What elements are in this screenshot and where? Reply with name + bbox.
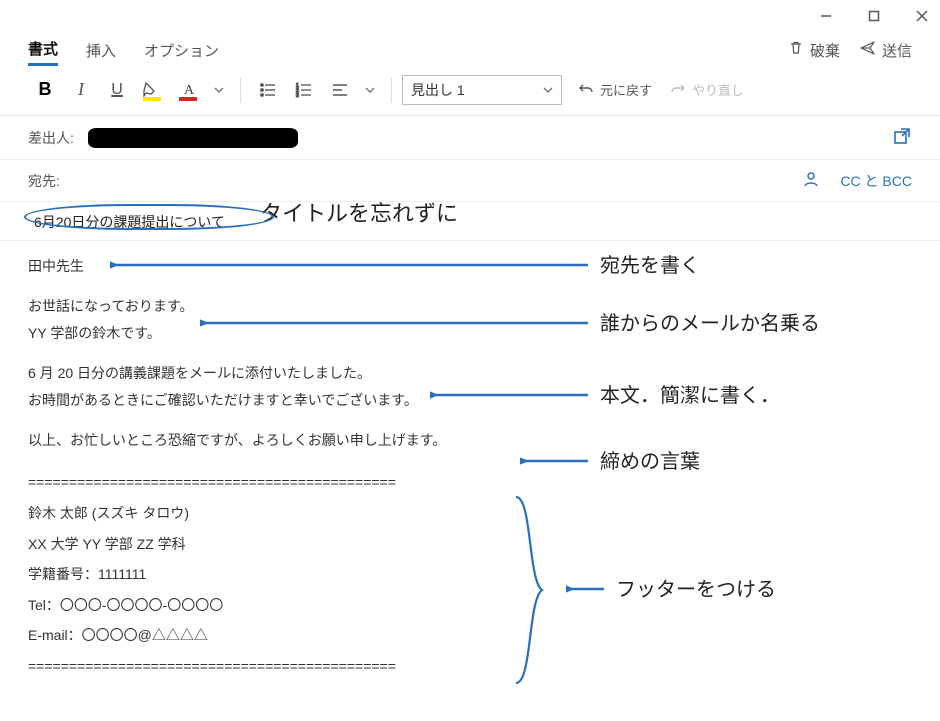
closing-line: 以上、お忙しいところ恐縮ですが、よろしくお願い申し上げます。 xyxy=(28,429,588,451)
highlight-color-button[interactable] xyxy=(136,73,170,107)
from-row: 差出人: xyxy=(0,116,940,160)
style-select-value: 見出し 1 xyxy=(411,80,465,100)
message-body[interactable]: 田中先生 お世話になっております。 YY 学部の鈴木です。 6 月 20 日分の… xyxy=(0,241,940,698)
intro-line-1: お世話になっております。 xyxy=(28,295,588,317)
more-paragraph-chevron[interactable] xyxy=(359,85,381,95)
salutation: 田中先生 xyxy=(28,255,588,277)
italic-button[interactable]: I xyxy=(64,73,98,107)
annotation-footer: フッターをつける xyxy=(616,573,776,602)
formatting-toolbar: B I U A 1 2 3 xyxy=(0,68,940,116)
font-color-button[interactable]: A xyxy=(172,73,206,107)
signature-block: ========================================… xyxy=(28,469,588,679)
undo-label: 元に戻す xyxy=(600,80,652,99)
popout-icon[interactable] xyxy=(892,126,912,149)
main-line-1: 6 月 20 日分の講義課題をメールに添付いたしました。 xyxy=(28,362,588,384)
sig-tel: Tel：〇〇〇-〇〇〇〇-〇〇〇〇 xyxy=(28,592,588,619)
send-icon xyxy=(860,40,876,60)
close-button[interactable] xyxy=(908,2,936,30)
subject-row[interactable]: 6月20日分の課題提出について xyxy=(0,202,940,241)
redo-icon xyxy=(670,82,686,98)
numbered-list-button[interactable]: 1 2 3 xyxy=(287,73,321,107)
annotation-body: 本文．簡潔に書く． xyxy=(600,379,780,408)
maximize-button[interactable] xyxy=(860,2,888,30)
undo-icon xyxy=(578,82,594,98)
highlight-icon xyxy=(140,81,166,99)
annotation-intro: 誰からのメールか名乗る xyxy=(600,307,820,336)
send-label: 送信 xyxy=(882,40,912,61)
subject-text: 6月20日分の課題提出について xyxy=(28,210,231,234)
person-icon[interactable] xyxy=(802,170,820,191)
main-line-2: お時間があるときにご確認いただけますと幸いでございます。 xyxy=(28,389,588,411)
annotation-closing: 締めの言葉 xyxy=(600,445,700,474)
sig-name: 鈴木 太郎 (スズキ タロウ) xyxy=(28,500,588,527)
trash-icon xyxy=(788,40,804,60)
sig-email: E-mail：〇〇〇〇@△△△△ xyxy=(28,622,588,649)
from-address-redacted xyxy=(88,128,298,148)
undo-button[interactable]: 元に戻す xyxy=(578,80,652,99)
window-title-bar xyxy=(0,0,940,32)
svg-text:A: A xyxy=(184,83,195,98)
minimize-button[interactable] xyxy=(812,2,840,30)
ribbon-tabs: 書式 挿入 オプション 破棄 送信 xyxy=(0,32,940,68)
more-font-chevron[interactable] xyxy=(208,85,230,95)
tab-format[interactable]: 書式 xyxy=(28,34,58,66)
sig-divider-bottom: ========================================… xyxy=(28,653,588,680)
bold-button[interactable]: B xyxy=(28,73,62,107)
redo-button[interactable]: やり直し xyxy=(670,80,744,99)
svg-text:3: 3 xyxy=(296,93,299,99)
send-button[interactable]: 送信 xyxy=(860,40,912,61)
sig-divider-top: ========================================… xyxy=(28,469,588,496)
from-label: 差出人: xyxy=(28,128,88,148)
to-row[interactable]: 宛先: CC と BCC xyxy=(0,160,940,202)
sig-affiliation: XX 大学 YY 学部 ZZ 学科 xyxy=(28,531,588,558)
bullet-list-button[interactable] xyxy=(251,73,285,107)
separator xyxy=(391,77,392,103)
tab-insert[interactable]: 挿入 xyxy=(86,36,116,65)
sig-student-id: 学籍番号：1111111 xyxy=(28,561,588,588)
discard-label: 破棄 xyxy=(810,40,840,61)
intro-line-2: YY 学部の鈴木です。 xyxy=(28,322,588,344)
cc-bcc-link[interactable]: CC と BCC xyxy=(840,171,912,191)
discard-button[interactable]: 破棄 xyxy=(788,40,840,61)
tab-options[interactable]: オプション xyxy=(144,36,219,65)
body-content: 田中先生 お世話になっております。 YY 学部の鈴木です。 6 月 20 日分の… xyxy=(28,255,588,680)
separator xyxy=(240,77,241,103)
to-label: 宛先: xyxy=(28,171,88,191)
underline-button[interactable]: U xyxy=(100,73,134,107)
font-color-icon: A xyxy=(176,81,202,99)
annotation-to: 宛先を書く xyxy=(600,249,700,278)
style-select[interactable]: 見出し 1 xyxy=(402,75,562,105)
align-button[interactable] xyxy=(323,73,357,107)
redo-label: やり直し xyxy=(692,80,744,99)
chevron-down-icon xyxy=(543,85,553,95)
